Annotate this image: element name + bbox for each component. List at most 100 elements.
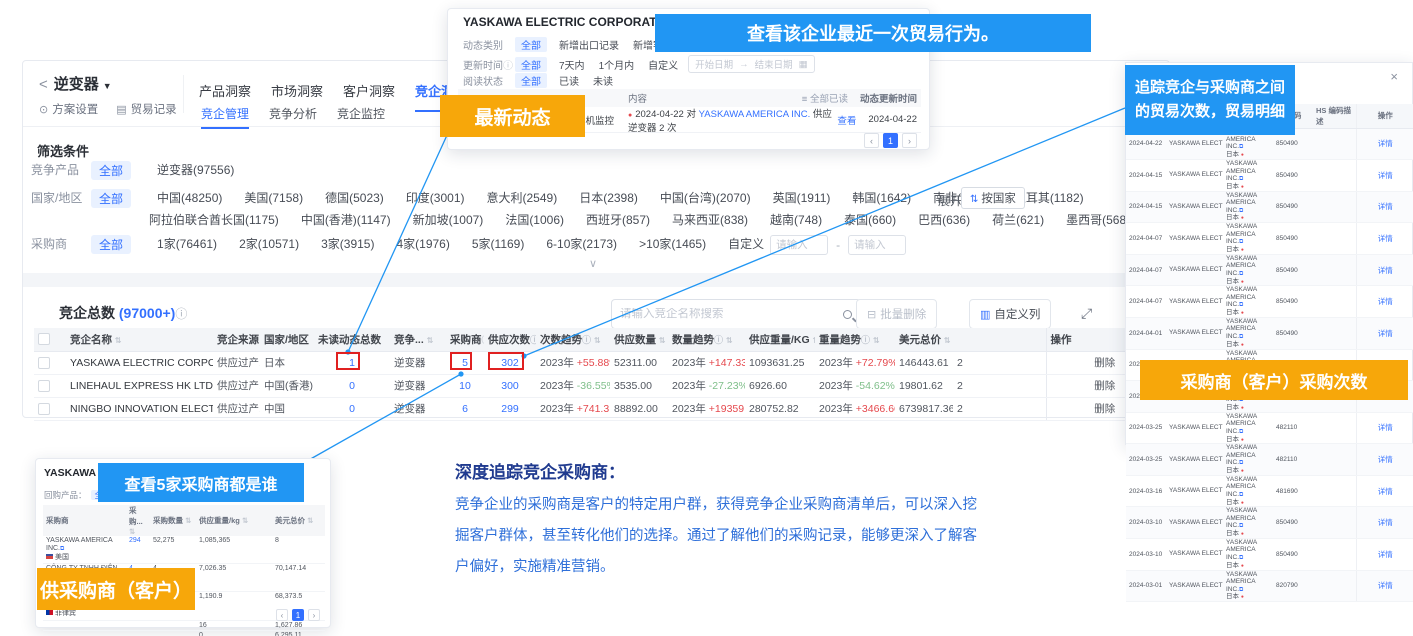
table-row[interactable]: NINGBO INNOVATION ELECTRONI⧉ 供应过产... 中国 … [34,397,1163,420]
country-filter-item[interactable]: 中国(台湾)(2070) [660,189,751,206]
row-checkbox[interactable] [38,403,50,415]
col-product[interactable]: 竞争... ⇅ [390,328,446,351]
buyer-count-item[interactable]: >10家(1465) [639,235,706,252]
copy-icon[interactable]: ⧉ [1239,587,1243,593]
trade-row[interactable]: 2024-03-25 YASKAWA ELECTRIC CORP...⧉ YAS… [1126,412,1413,444]
subtab-competitor-manage[interactable]: 竞企管理 [201,105,249,129]
copy-icon[interactable]: ⧉ [1239,271,1243,277]
select-all-checkbox[interactable] [38,333,50,345]
col-qty[interactable]: 采购数量 ⇅ [150,505,196,536]
detail-link[interactable]: 详情 [1356,507,1413,539]
collapse-chevron-icon[interactable]: ∨ [589,257,597,270]
copy-icon[interactable]: ⧉ [1239,144,1243,150]
search-icon[interactable] [843,310,852,319]
table-row[interactable]: YASKAWA ELECTRIC CORPORATIO⧉ 供应过产... 日本 … [34,351,1163,374]
unread-count-link[interactable]: 0 [349,403,355,415]
country-filter-item[interactable]: 韩国(1642) [852,189,911,206]
country-filter-item[interactable]: 英国(1911) [773,189,831,206]
date-range-picker[interactable]: 开始日期 → 结束日期 ▦ [688,55,815,73]
by-country-button[interactable]: ⇅按国家 [961,187,1025,209]
detail-link[interactable]: 详情 [1356,254,1413,286]
buyer-count-item[interactable]: 3家(3915) [321,235,374,252]
detail-link[interactable]: 详情 [1356,128,1413,160]
next-page-button[interactable]: › [308,609,320,621]
country-filter-item[interactable]: 马来西亚(838) [672,211,748,228]
search-input[interactable] [620,308,843,320]
info-icon[interactable]: ⓘ [175,307,187,321]
col-qty[interactable]: 供应数量 ⇅ [610,328,668,351]
detail-link[interactable]: 详情 [1356,444,1413,476]
time-all-chip[interactable]: 全部 [515,57,547,72]
country-filter-item[interactable]: 意大利(2549) [487,189,558,206]
table-row[interactable]: LINEHAUL EXPRESS HK LTD⧉ 供应过产... 中国(香港) … [34,374,1163,397]
product-title[interactable]: 逆变器 [54,76,99,93]
detail-link[interactable]: 详情 [1356,160,1413,192]
trade-row[interactable]: 2024-03-25 YASKAWA ELECTRIC CORP...⧉ YAS… [1126,444,1413,476]
country-filter-item[interactable]: 日本(2398) [579,189,638,206]
country-filter-item[interactable]: 泰国(660) [844,211,896,228]
buyer-count-item[interactable]: 2家(10571) [239,235,299,252]
copy-icon[interactable]: ⧉ [1239,176,1243,182]
country-filter-item[interactable]: 阿拉伯联合酋长国(1175) [149,211,279,228]
detail-link[interactable]: 详情 [1356,475,1413,507]
copy-icon[interactable]: ⧉ [1239,523,1243,529]
trade-row[interactable]: 2024-04-07 YASKAWA ELECTRIC CORP...⧉ YAS… [1126,223,1413,255]
current-page[interactable]: 1 [883,133,898,148]
company-link[interactable]: YASKAWA AMERICA INC. [699,109,811,120]
detail-link[interactable]: 详情 [1356,539,1413,571]
col-usd[interactable]: 美元总价 ⇅ [895,328,953,351]
close-icon[interactable]: × [1390,69,1398,84]
fullscreen-icon[interactable]: ⤢ [1081,305,1092,322]
custom-max-input[interactable] [848,235,906,255]
col-name[interactable]: 竞企名称 ⇅ [66,328,213,351]
unread-count-link[interactable]: 0 [349,380,355,392]
copy-icon[interactable]: ⧉ [1239,334,1243,340]
col-qty-trend[interactable]: 数量趋势ⓘ ⇅ [668,328,745,351]
detail-link[interactable]: 详情 [1356,191,1413,223]
product-all-chip[interactable]: 全部 [91,161,131,180]
country-filter-item[interactable]: 印度(3001) [406,189,465,206]
trade-row[interactable]: 2024-03-10 YASKAWA ELECTRIC CORP...⧉ YAS… [1126,539,1413,571]
filter-option[interactable]: 已读 [559,73,579,88]
col-supply[interactable]: 供应次数ⓘ⇅ [484,328,536,351]
col-weight-trend[interactable]: 重量趋势ⓘ ⇅ [815,328,895,351]
subtab-competition-analysis[interactable]: 竞争分析 [269,105,317,129]
trade-row[interactable]: 2024-03-10 YASKAWA ELECTRIC CORP...⧉ YAS… [1126,507,1413,539]
copy-icon[interactable]: ⧉ [60,546,64,552]
copy-icon[interactable]: ⧉ [1239,492,1243,498]
times-link[interactable]: 294 [129,537,141,544]
view-link[interactable]: 查看 [837,113,856,127]
detail-link[interactable]: 详情 [1356,286,1413,318]
trade-row[interactable]: 2024-03-01 YASKAWA ELECTRIC CORP...⧉ YAS… [1126,570,1413,602]
country-filter-item[interactable]: 西班牙(857) [586,211,650,228]
country-filter-item[interactable]: 德国(5023) [325,189,384,206]
filter-option[interactable]: 自定义 [648,57,678,72]
col-weight[interactable]: 供应重量/kg ⇅ [196,505,272,536]
next-page-button[interactable]: › [902,133,917,148]
custom-columns-button[interactable]: ▥自定义列 [969,299,1051,329]
copy-icon[interactable]: ⧉ [1239,460,1243,466]
filter-option[interactable]: 1个月内 [599,57,635,72]
filter-item[interactable]: 逆变器(97556) [157,161,234,178]
copy-icon[interactable]: ⧉ [1239,555,1243,561]
country-filter-item[interactable]: 越南(748) [770,211,822,228]
trade-row[interactable]: 2024-04-01 YASKAWA ELECTRIC CORP...⧉ YAS… [1126,317,1413,349]
trade-records-button[interactable]: ▤贸易记录 [116,101,176,117]
buyers-all-chip[interactable]: 全部 [91,235,131,254]
buyer-row[interactable]: 0 6,295.11 [43,630,325,636]
back-icon[interactable]: < [39,76,48,93]
detail-link[interactable]: 详情 [1356,317,1413,349]
country-filter-item[interactable]: 法国(1006) [505,211,564,228]
filter-option[interactable]: 7天内 [559,57,585,72]
country-filter-item[interactable]: 墨西哥(568) [1066,211,1130,228]
detail-link[interactable]: 详情 [1356,223,1413,255]
copy-icon[interactable]: ⧉ [1239,302,1243,308]
col-buyers[interactable]: 采购商ⓘ⇅ [446,328,484,351]
supply-count-link[interactable]: 299 [501,403,519,415]
supply-count-link[interactable]: 300 [501,380,519,392]
current-page[interactable]: 1 [292,609,304,621]
buyer-row[interactable]: YASKAWA AMERICA INC.⧉美国 294 52,275 1,085… [43,536,325,564]
trade-row[interactable]: 2024-03-16 YASKAWA ELECTRIC CORP...⧉ YAS… [1126,475,1413,507]
country-filter-item[interactable]: 中国(48250) [157,189,222,206]
custom-min-input[interactable] [770,235,828,255]
